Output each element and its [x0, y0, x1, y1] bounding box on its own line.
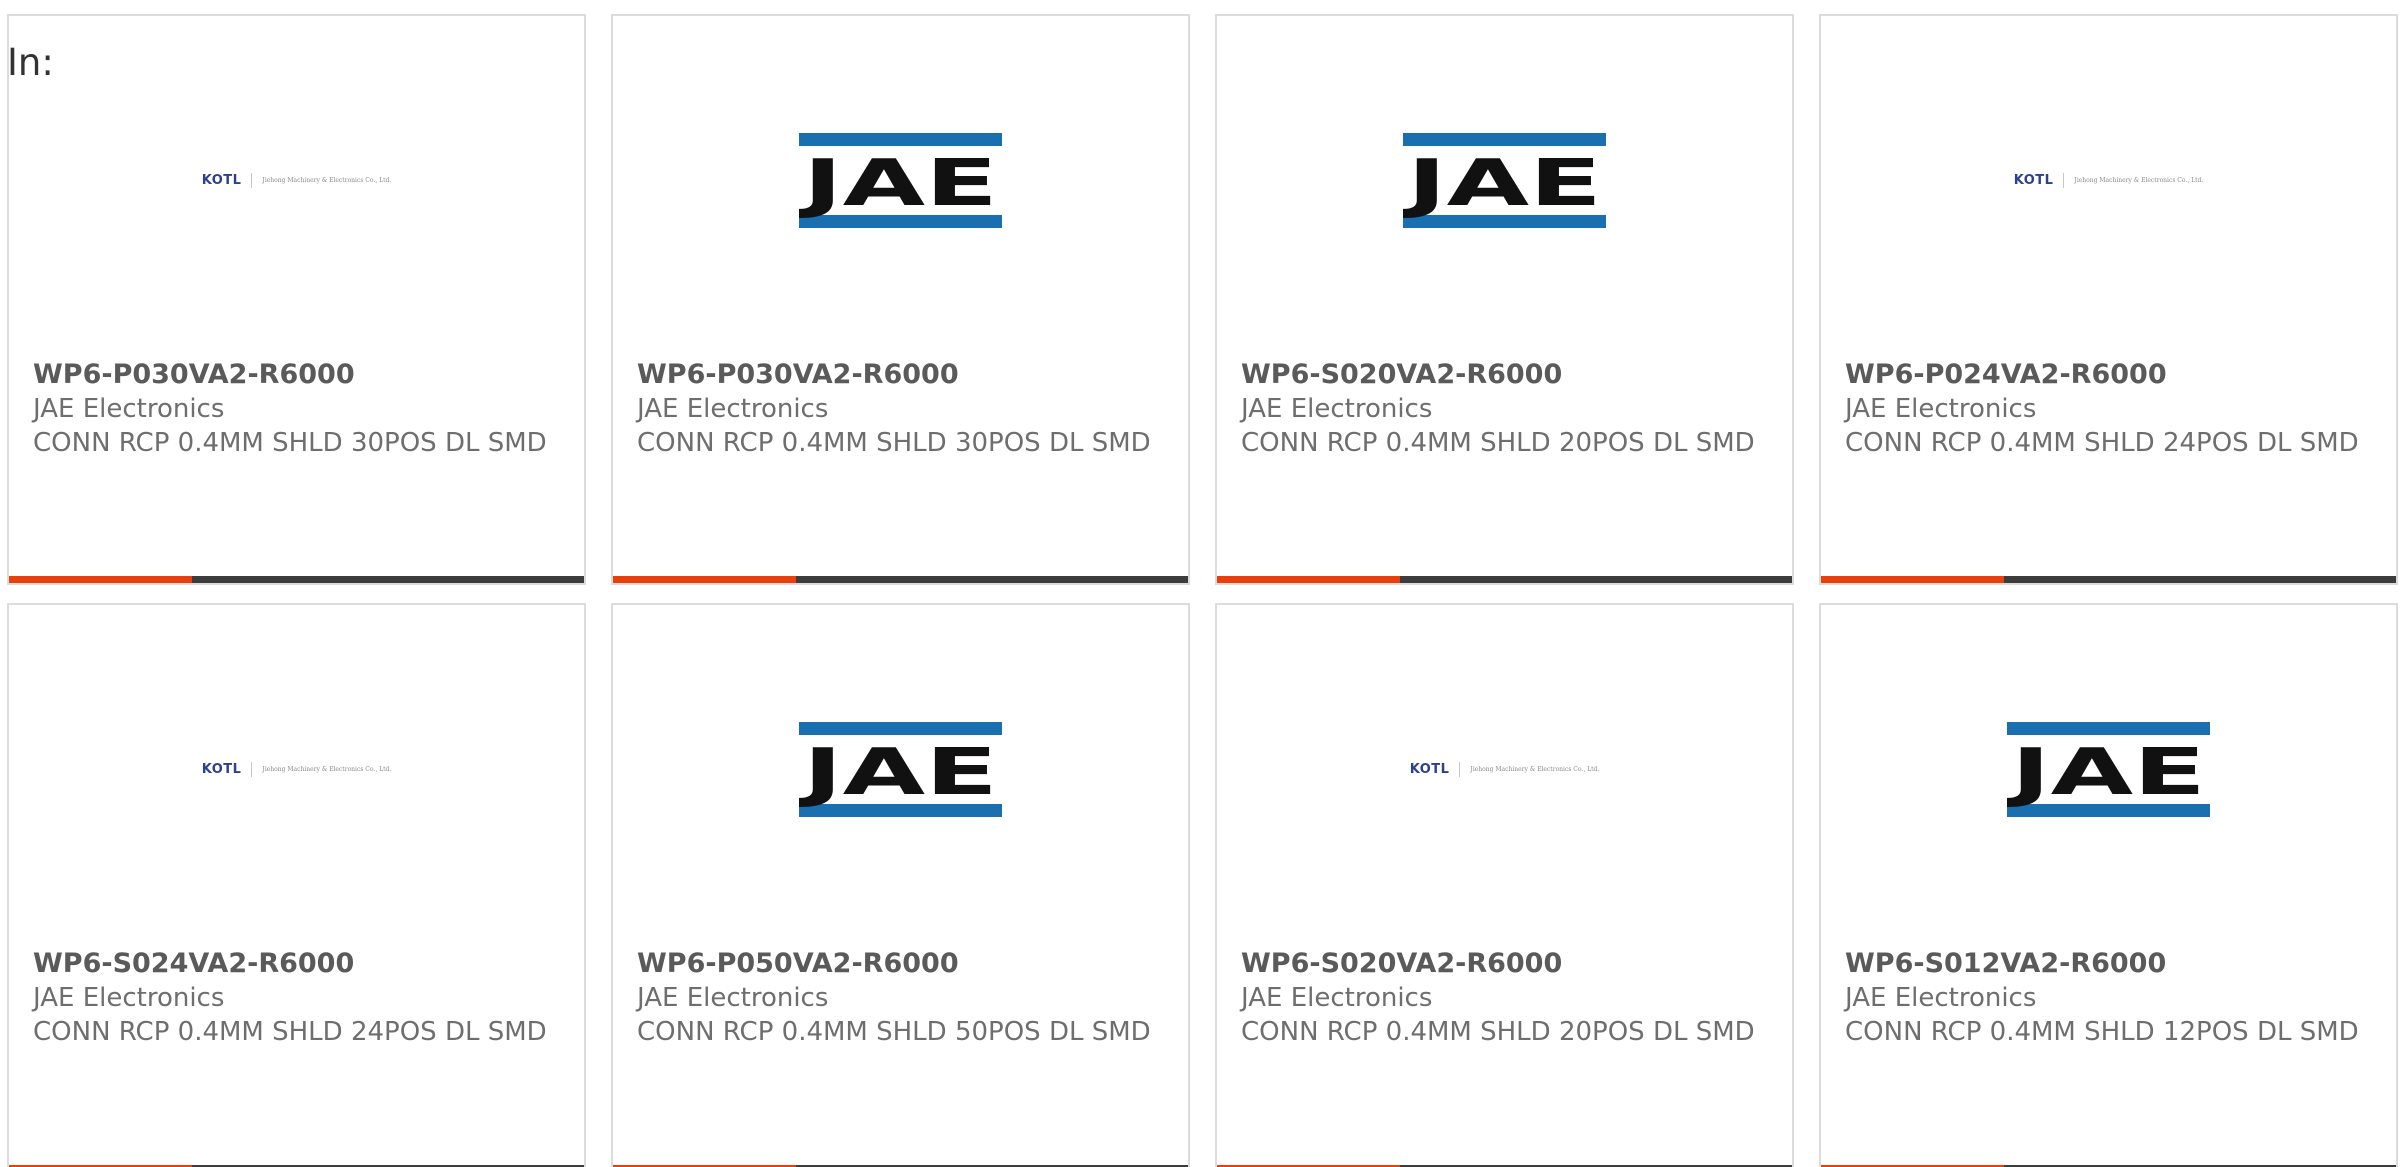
part-number[interactable]: WP6-S012VA2-R6000	[1845, 947, 2372, 981]
accent-bar-segment	[1217, 576, 1400, 583]
kotl-logo-divider	[2063, 172, 2065, 188]
manufacturer-logo-area: KOTL Jiehong Machinery & Electronics Co.,…	[9, 713, 584, 825]
jae-logo-top-stripe	[2007, 721, 2210, 735]
product-info: WP6-S012VA2-R6000 JAE Electronics CONN R…	[1845, 947, 2372, 1049]
card-accent-bar	[9, 576, 584, 583]
manufacturer-name: JAE Electronics	[637, 394, 829, 424]
product-description: CONN RCP 0.4MM SHLD 30POS DL SMD	[33, 428, 547, 458]
product-card[interactable]: KOTL Jiehong Machinery & Electronics Co.,…	[1819, 14, 2398, 585]
kotl-logo-divider	[251, 172, 253, 188]
kotl-logo-mark: KOTL	[1409, 761, 1450, 777]
product-card[interactable]: JAE WP6-P050VA2-R6000 JAE Electronics CO…	[611, 603, 1190, 1167]
kotl-logo-mark: KOTL	[201, 761, 242, 777]
filter-in-label: In:	[7, 41, 54, 84]
product-description: CONN RCP 0.4MM SHLD 30POS DL SMD	[637, 428, 1151, 458]
product-info: WP6-S020VA2-R6000 JAE Electronics CONN R…	[1241, 358, 1768, 460]
jae-logo-top-stripe	[1403, 132, 1606, 146]
product-card[interactable]: JAE WP6-S020VA2-R6000 JAE Electronics CO…	[1215, 14, 1794, 585]
dark-bar-segment	[2004, 576, 2396, 583]
jae-logo-text: JAE	[2007, 736, 2206, 810]
product-results-page: In: KOTL Jiehong Machinery & Electronics …	[0, 0, 2400, 1167]
manufacturer-logo-area: KOTL Jiehong Machinery & Electronics Co.,…	[1217, 713, 1792, 825]
kotl-logo: KOTL Jiehong Machinery & Electronics Co.,…	[1409, 761, 1600, 777]
manufacturer-name: JAE Electronics	[1241, 394, 1433, 424]
product-description: CONN RCP 0.4MM SHLD 20POS DL SMD	[1241, 1017, 1755, 1047]
product-grid: KOTL Jiehong Machinery & Electronics Co.,…	[7, 14, 2398, 1167]
jae-logo-text: JAE	[799, 147, 998, 221]
part-number[interactable]: WP6-P050VA2-R6000	[637, 947, 1164, 981]
jae-logo: JAE	[799, 132, 1002, 228]
product-card[interactable]: KOTL Jiehong Machinery & Electronics Co.,…	[7, 603, 586, 1167]
product-info: WP6-P030VA2-R6000 JAE Electronics CONN R…	[33, 358, 560, 460]
accent-bar-segment	[9, 576, 192, 583]
product-description: CONN RCP 0.4MM SHLD 24POS DL SMD	[1845, 428, 2359, 458]
kotl-logo: KOTL Jiehong Machinery & Electronics Co.,…	[201, 761, 392, 777]
manufacturer-name: JAE Electronics	[1845, 983, 2037, 1013]
accent-bar-segment	[1821, 576, 2004, 583]
kotl-logo-divider	[1459, 761, 1461, 777]
jae-logo-text: JAE	[1403, 147, 1602, 221]
jae-logo: JAE	[1403, 132, 1606, 228]
manufacturer-name: JAE Electronics	[33, 394, 225, 424]
kotl-logo-divider	[251, 761, 253, 777]
product-info: WP6-P024VA2-R6000 JAE Electronics CONN R…	[1845, 358, 2372, 460]
product-card[interactable]: JAE WP6-S012VA2-R6000 JAE Electronics CO…	[1819, 603, 2398, 1167]
jae-logo-text: JAE	[799, 736, 998, 810]
manufacturer-name: JAE Electronics	[637, 983, 829, 1013]
product-description: CONN RCP 0.4MM SHLD 20POS DL SMD	[1241, 428, 1755, 458]
kotl-logo: KOTL Jiehong Machinery & Electronics Co.,…	[2013, 172, 2204, 188]
manufacturer-logo-area: KOTL Jiehong Machinery & Electronics Co.,…	[1821, 124, 2396, 236]
manufacturer-name: JAE Electronics	[1845, 394, 2037, 424]
kotl-company-name: Jiehong Machinery & Electronics Co., Ltd…	[2074, 176, 2204, 184]
part-number[interactable]: WP6-P030VA2-R6000	[637, 358, 1164, 392]
product-info: WP6-S024VA2-R6000 JAE Electronics CONN R…	[33, 947, 560, 1049]
product-card[interactable]: KOTL Jiehong Machinery & Electronics Co.,…	[1215, 603, 1794, 1167]
dark-bar-segment	[796, 576, 1188, 583]
kotl-logo: KOTL Jiehong Machinery & Electronics Co.,…	[201, 172, 392, 188]
card-accent-bar	[613, 576, 1188, 583]
part-number[interactable]: WP6-P024VA2-R6000	[1845, 358, 2372, 392]
card-accent-bar	[1821, 576, 2396, 583]
product-description: CONN RCP 0.4MM SHLD 50POS DL SMD	[637, 1017, 1151, 1047]
jae-logo-top-stripe	[799, 721, 1002, 735]
part-number[interactable]: WP6-S020VA2-R6000	[1241, 358, 1768, 392]
manufacturer-name: JAE Electronics	[33, 983, 225, 1013]
product-description: CONN RCP 0.4MM SHLD 24POS DL SMD	[33, 1017, 547, 1047]
manufacturer-logo-area: KOTL Jiehong Machinery & Electronics Co.,…	[9, 124, 584, 236]
kotl-company-name: Jiehong Machinery & Electronics Co., Ltd…	[262, 176, 392, 184]
jae-logo-top-stripe	[799, 132, 1002, 146]
product-card[interactable]: KOTL Jiehong Machinery & Electronics Co.,…	[7, 14, 586, 585]
kotl-logo-mark: KOTL	[2013, 172, 2054, 188]
product-description: CONN RCP 0.4MM SHLD 12POS DL SMD	[1845, 1017, 2359, 1047]
jae-logo: JAE	[2007, 721, 2210, 817]
product-info: WP6-P030VA2-R6000 JAE Electronics CONN R…	[637, 358, 1164, 460]
product-info: WP6-P050VA2-R6000 JAE Electronics CONN R…	[637, 947, 1164, 1049]
jae-logo: JAE	[799, 721, 1002, 817]
product-info: WP6-S020VA2-R6000 JAE Electronics CONN R…	[1241, 947, 1768, 1049]
kotl-logo-mark: KOTL	[201, 172, 242, 188]
dark-bar-segment	[192, 576, 584, 583]
dark-bar-segment	[1400, 576, 1792, 583]
manufacturer-logo-area: JAE	[1217, 124, 1792, 236]
manufacturer-name: JAE Electronics	[1241, 983, 1433, 1013]
accent-bar-segment	[613, 576, 796, 583]
manufacturer-logo-area: JAE	[1821, 713, 2396, 825]
part-number[interactable]: WP6-S024VA2-R6000	[33, 947, 560, 981]
part-number[interactable]: WP6-P030VA2-R6000	[33, 358, 560, 392]
kotl-company-name: Jiehong Machinery & Electronics Co., Ltd…	[1470, 765, 1600, 773]
part-number[interactable]: WP6-S020VA2-R6000	[1241, 947, 1768, 981]
manufacturer-logo-area: JAE	[613, 124, 1188, 236]
card-accent-bar	[1217, 576, 1792, 583]
product-card[interactable]: JAE WP6-P030VA2-R6000 JAE Electronics CO…	[611, 14, 1190, 585]
kotl-company-name: Jiehong Machinery & Electronics Co., Ltd…	[262, 765, 392, 773]
manufacturer-logo-area: JAE	[613, 713, 1188, 825]
